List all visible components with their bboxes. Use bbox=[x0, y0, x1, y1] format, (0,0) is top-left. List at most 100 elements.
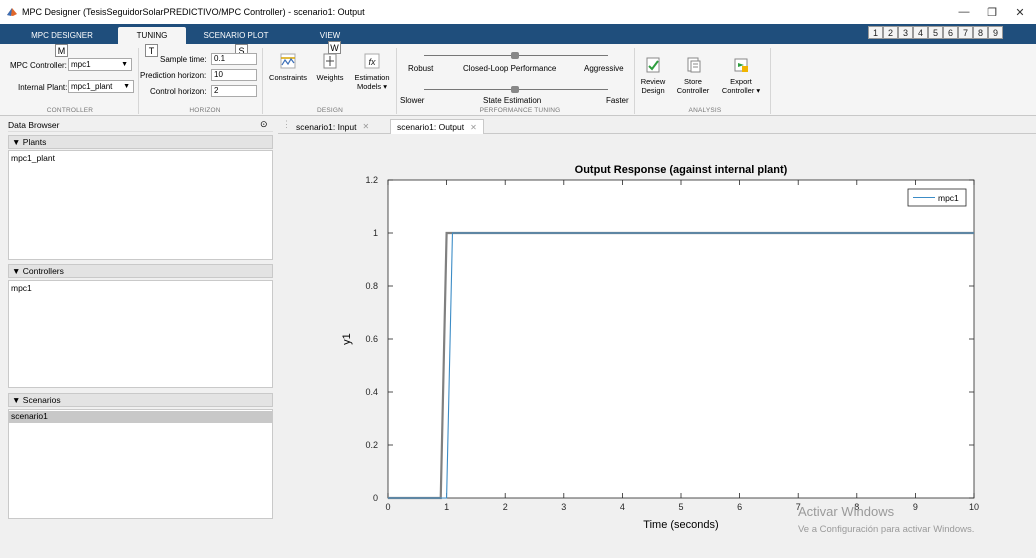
store-controller-button[interactable]: Store Controller bbox=[674, 56, 712, 95]
export-controller-icon bbox=[734, 58, 748, 72]
close-button[interactable]: ✕ bbox=[1006, 0, 1034, 24]
section-analysis: ANALYSIS bbox=[688, 107, 722, 114]
maximize-button[interactable]: ❐ bbox=[978, 0, 1006, 24]
data-browser-header: Data Browser ⊙ bbox=[8, 118, 273, 132]
x-tick-label: 6 bbox=[737, 502, 742, 512]
quick-access-key-3[interactable]: 3 bbox=[898, 26, 913, 39]
plot-area: Output Response (against internal plant)… bbox=[278, 135, 1036, 556]
store-controller-icon bbox=[687, 57, 701, 73]
matlab-app-icon bbox=[7, 8, 17, 16]
internal-plant-select[interactable]: mpc1_plant ▼ bbox=[68, 80, 134, 93]
weights-button[interactable]: Weights bbox=[310, 52, 350, 82]
minimize-button[interactable]: — bbox=[950, 0, 978, 24]
quick-access-key-9[interactable]: 9 bbox=[988, 26, 1003, 39]
keytip-m: M bbox=[55, 44, 68, 57]
robust-label: Robust bbox=[408, 64, 434, 73]
control-horizon-input[interactable]: 2 bbox=[211, 85, 257, 97]
y-tick-label: 0.2 bbox=[365, 440, 378, 450]
quick-access-key-8[interactable]: 8 bbox=[973, 26, 988, 39]
quick-access-key-5[interactable]: 5 bbox=[928, 26, 943, 39]
activation-watermark-subtitle: Ve a Configuración para activar Windows. bbox=[798, 524, 975, 535]
collapse-icon[interactable]: ⊙ bbox=[260, 119, 268, 130]
x-tick-label: 3 bbox=[561, 502, 566, 512]
ribbon-divider bbox=[770, 48, 771, 114]
weights-icon bbox=[323, 53, 337, 69]
close-icon[interactable]: ✕ bbox=[362, 122, 369, 131]
legend[interactable]: mpc1 bbox=[907, 188, 967, 207]
controllers-list: mpc1 bbox=[8, 280, 273, 388]
quick-access-key-1[interactable]: 1 bbox=[868, 26, 883, 39]
constraints-button[interactable]: Constraints bbox=[266, 52, 310, 82]
weights-label: Weights bbox=[316, 73, 344, 82]
title-bar: MPC Designer (TesisSeguidorSolarPREDICTI… bbox=[0, 0, 1036, 24]
review-design-icon bbox=[646, 57, 660, 73]
constraints-icon bbox=[280, 53, 296, 69]
export-controller-line2: Controller ▾ bbox=[721, 86, 761, 95]
tab-label: scenario1: Input bbox=[296, 121, 357, 132]
closed-loop-performance-label: Closed-Loop Performance bbox=[463, 64, 557, 73]
ribbon-divider bbox=[262, 48, 263, 114]
list-item[interactable]: mpc1 bbox=[11, 283, 32, 293]
x-tick-label: 5 bbox=[678, 502, 683, 512]
tab-scenario1-output[interactable]: scenario1: Output ✕ bbox=[390, 119, 484, 134]
aggressive-label: Aggressive bbox=[584, 64, 624, 73]
y-tick-label: 0.4 bbox=[365, 387, 378, 397]
sample-time-label: Sample time: bbox=[160, 55, 207, 64]
close-icon[interactable]: ✕ bbox=[470, 123, 477, 132]
quick-access-key-6[interactable]: 6 bbox=[943, 26, 958, 39]
plants-list: mpc1_plant bbox=[8, 150, 273, 260]
review-design-button[interactable]: Review Design bbox=[636, 56, 670, 95]
tab-tuning[interactable]: TUNING bbox=[118, 27, 186, 44]
internal-plant-label: Internal Plant: bbox=[18, 83, 68, 92]
tab-scenario-plot[interactable]: SCENARIO PLOT bbox=[190, 27, 282, 44]
x-tick-label: 9 bbox=[913, 502, 918, 512]
slower-label: Slower bbox=[400, 96, 425, 105]
list-item[interactable]: mpc1_plant bbox=[11, 153, 55, 163]
constraints-label: Constraints bbox=[269, 73, 307, 82]
output-response-chart[interactable]: Output Response (against internal plant)… bbox=[278, 135, 1036, 556]
ribbon-divider bbox=[138, 48, 139, 114]
tab-scenario1-input[interactable]: scenario1: Input ✕ bbox=[290, 119, 375, 134]
mpc-controller-label: MPC Controller: bbox=[10, 61, 67, 70]
chevron-down-icon: ▼ bbox=[121, 61, 128, 68]
section-performance-tuning: PERFORMANCE TUNING bbox=[479, 107, 561, 114]
prediction-horizon-input[interactable]: 10 bbox=[211, 69, 257, 81]
function-icon: fx bbox=[364, 53, 380, 69]
quick-access-toolbar: 1 2 3 4 5 6 7 8 9 bbox=[868, 26, 1003, 40]
store-controller-line2: Controller bbox=[676, 86, 710, 95]
section-horizon: HORIZON bbox=[189, 107, 221, 114]
scenarios-list: scenario1 bbox=[8, 409, 273, 519]
estimation-models-button[interactable]: fx Estimation Models ▾ bbox=[350, 52, 394, 91]
y-axis-label: y1 bbox=[341, 333, 353, 345]
mpc-controller-select[interactable]: mpc1 ▼ bbox=[68, 58, 132, 71]
tab-label: scenario1: Output bbox=[397, 122, 465, 132]
chart-title: Output Response (against internal plant) bbox=[575, 164, 788, 176]
data-browser-panel: Data Browser ⊙ ▼ Plants mpc1_plant ▼ Con… bbox=[8, 118, 273, 556]
svg-text:fx: fx bbox=[368, 57, 376, 67]
plants-header[interactable]: ▼ Plants bbox=[8, 135, 273, 149]
controllers-header[interactable]: ▼ Controllers bbox=[8, 264, 273, 278]
x-tick-label: 0 bbox=[385, 502, 390, 512]
prediction-horizon-label: Prediction horizon: bbox=[140, 71, 207, 80]
chevron-down-icon: ▼ bbox=[123, 83, 130, 90]
y-tick-label: 1.2 bbox=[365, 175, 378, 185]
document-tabs: ⋮ scenario1: Input ✕ scenario1: Output ✕ bbox=[278, 118, 1036, 134]
sample-time-input[interactable]: 0.1 bbox=[211, 53, 257, 65]
quick-access-key-2[interactable]: 2 bbox=[883, 26, 898, 39]
x-tick-label: 4 bbox=[620, 502, 625, 512]
closed-loop-slider-thumb[interactable] bbox=[511, 52, 519, 59]
list-item[interactable]: scenario1 bbox=[9, 411, 272, 423]
y-tick-label: 0 bbox=[373, 493, 378, 503]
scenarios-header[interactable]: ▼ Scenarios bbox=[8, 393, 273, 407]
x-tick-label: 10 bbox=[969, 502, 979, 512]
activation-watermark-title: Activar Windows bbox=[798, 504, 895, 519]
quick-access-key-4[interactable]: 4 bbox=[913, 26, 928, 39]
tab-mpc-designer[interactable]: MPC DESIGNER bbox=[8, 27, 116, 44]
y-tick-label: 0.6 bbox=[365, 334, 378, 344]
export-controller-button[interactable]: Export Controller ▾ bbox=[716, 56, 766, 95]
y-tick-label: 0.8 bbox=[365, 281, 378, 291]
ribbon-divider bbox=[396, 48, 397, 114]
quick-access-key-7[interactable]: 7 bbox=[958, 26, 973, 39]
state-estimation-slider-thumb[interactable] bbox=[511, 86, 519, 93]
y-tick-label: 1 bbox=[373, 228, 378, 238]
